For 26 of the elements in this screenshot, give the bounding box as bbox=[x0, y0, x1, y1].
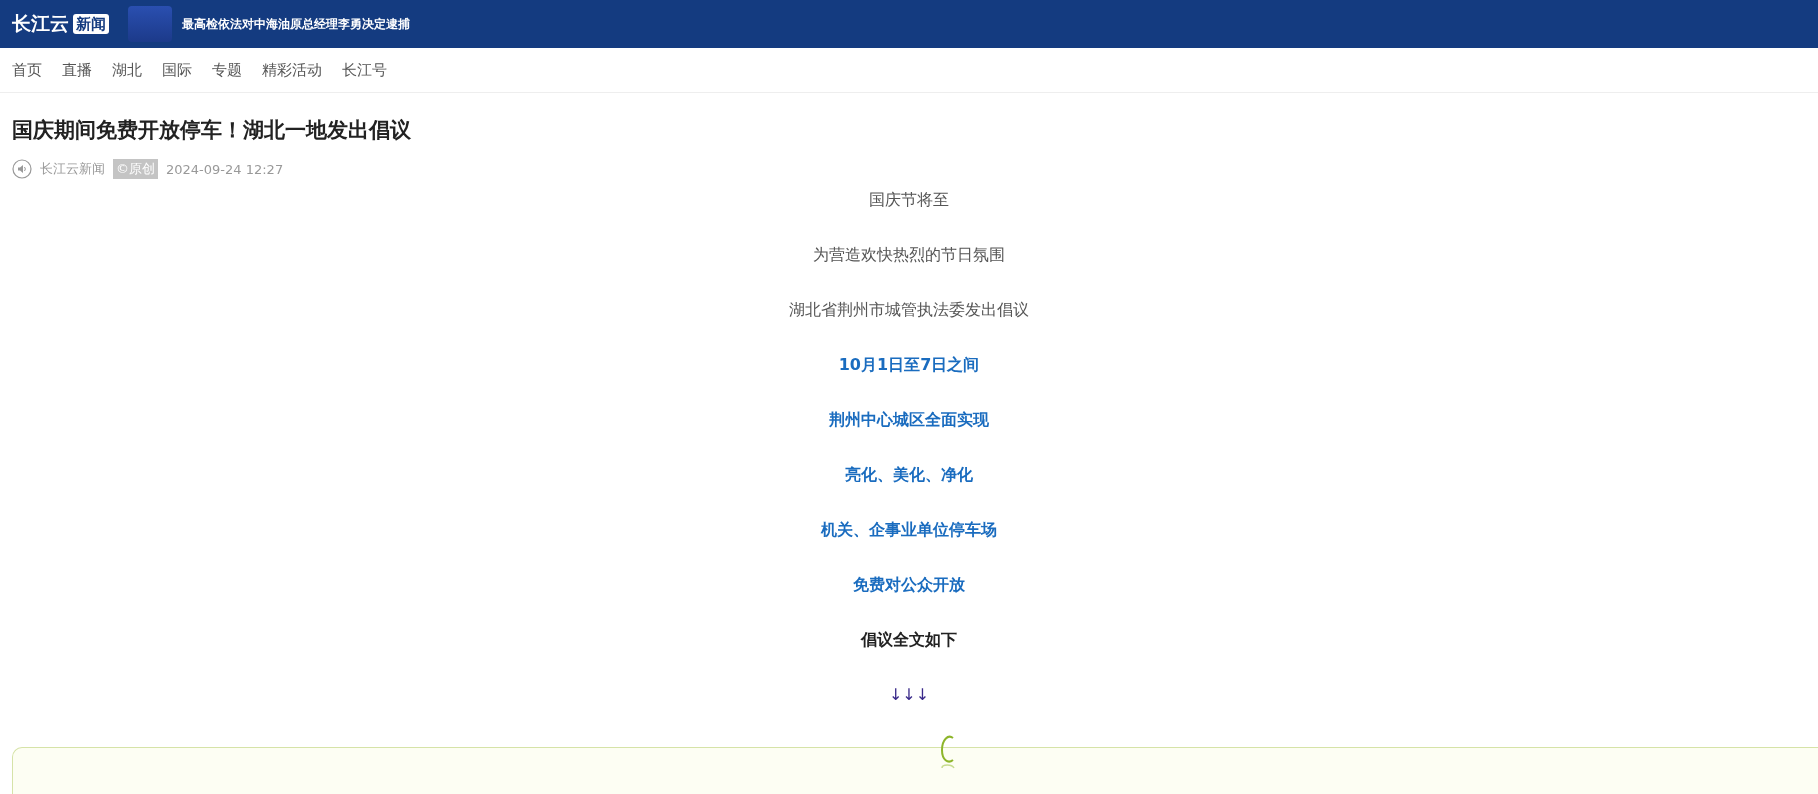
photo-placeholder[interactable] bbox=[128, 6, 172, 42]
paragraph: 为营造欢快热烈的节日氛围 bbox=[813, 244, 1005, 266]
paragraph: 10月1日至7日之间 bbox=[838, 354, 980, 376]
headline-link[interactable]: 最高检依法对中海油原总经理李勇决定逮捕 bbox=[182, 15, 410, 33]
nav-link[interactable]: 首页 bbox=[12, 60, 42, 80]
article-source: 长江云新闻 bbox=[40, 160, 105, 178]
nav-link[interactable]: 精彩活动 bbox=[262, 60, 322, 80]
paragraph: 国庆节将至 bbox=[869, 189, 949, 211]
nav-link[interactable]: 国际 bbox=[162, 60, 192, 80]
paragraph: 荆州中心城区全面实现 bbox=[829, 409, 989, 431]
nav-link[interactable]: 长江号 bbox=[342, 60, 387, 80]
logo-text[interactable]: 长江云 bbox=[12, 11, 69, 37]
paragraph: 亮化、美化、净化 bbox=[845, 464, 973, 486]
logo-tag[interactable]: 新闻 bbox=[73, 14, 109, 34]
nav-link[interactable]: 直播 bbox=[62, 60, 92, 80]
publish-time: 2024-09-24 12:27 bbox=[166, 161, 284, 177]
speaker-icon[interactable] bbox=[12, 159, 32, 179]
paragraph: 倡议全文如下 bbox=[861, 629, 957, 651]
arrow-text: ↓↓↓ bbox=[888, 684, 930, 706]
nav-link[interactable]: 湖北 bbox=[112, 60, 142, 80]
original-badge: ©原创 bbox=[113, 159, 158, 179]
nav-link[interactable]: 专题 bbox=[212, 60, 242, 80]
paragraph: 免费对公众开放 bbox=[853, 574, 965, 596]
article-title: 国庆期间免费开放停车！湖北一地发出倡议 bbox=[12, 117, 412, 144]
paragraph: 机关、企事业单位停车场 bbox=[821, 519, 997, 541]
paragraph: 湖北省荆州市城管执法委发出倡议 bbox=[789, 299, 1029, 321]
